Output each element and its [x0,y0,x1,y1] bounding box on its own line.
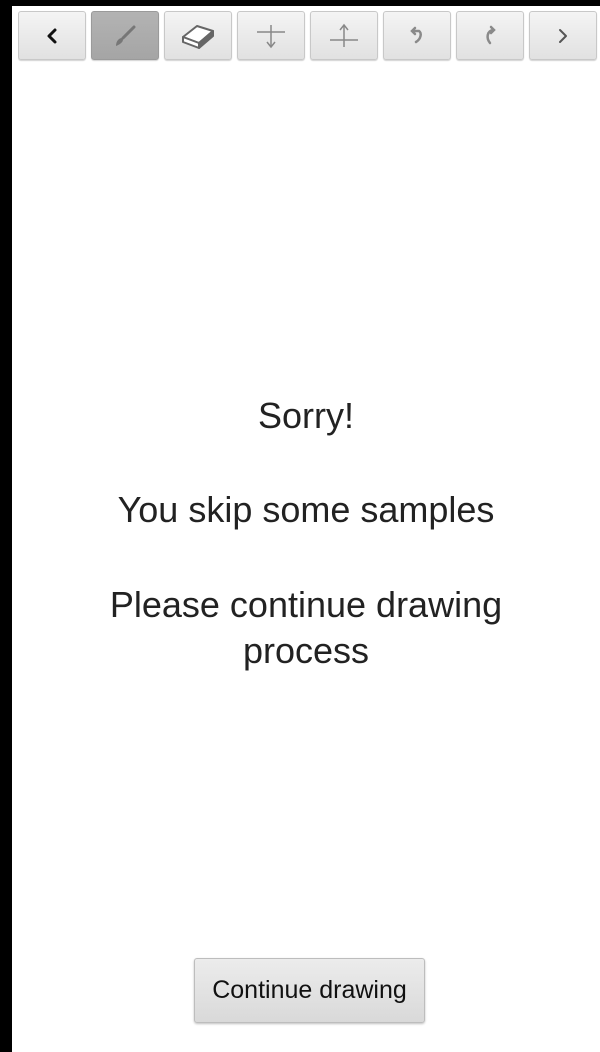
message-instruction: Please continue drawing process [109,584,503,671]
redo-icon [478,24,502,48]
insert-below-button[interactable] [237,11,305,60]
eraser-icon [179,21,217,51]
undo-button[interactable] [383,11,451,60]
drawing-toolbar [18,11,600,62]
chevron-right-icon [553,26,573,46]
brush-tool-button[interactable] [91,11,159,60]
back-button[interactable] [18,11,86,60]
undo-icon [405,24,429,48]
arrow-up-line-icon [327,21,361,51]
brush-icon [110,21,140,51]
arrow-down-line-icon [254,21,288,51]
forward-button[interactable] [529,11,597,60]
message-skip-notice: You skip some samples [117,489,495,530]
redo-button[interactable] [456,11,524,60]
continue-drawing-button[interactable]: Continue drawing [194,958,425,1023]
insert-above-button[interactable] [310,11,378,60]
frame-left-border [0,0,12,1052]
message-title: Sorry! [257,395,354,436]
chevron-left-icon [42,26,62,46]
eraser-tool-button[interactable] [164,11,232,60]
frame-top-border [0,0,600,6]
